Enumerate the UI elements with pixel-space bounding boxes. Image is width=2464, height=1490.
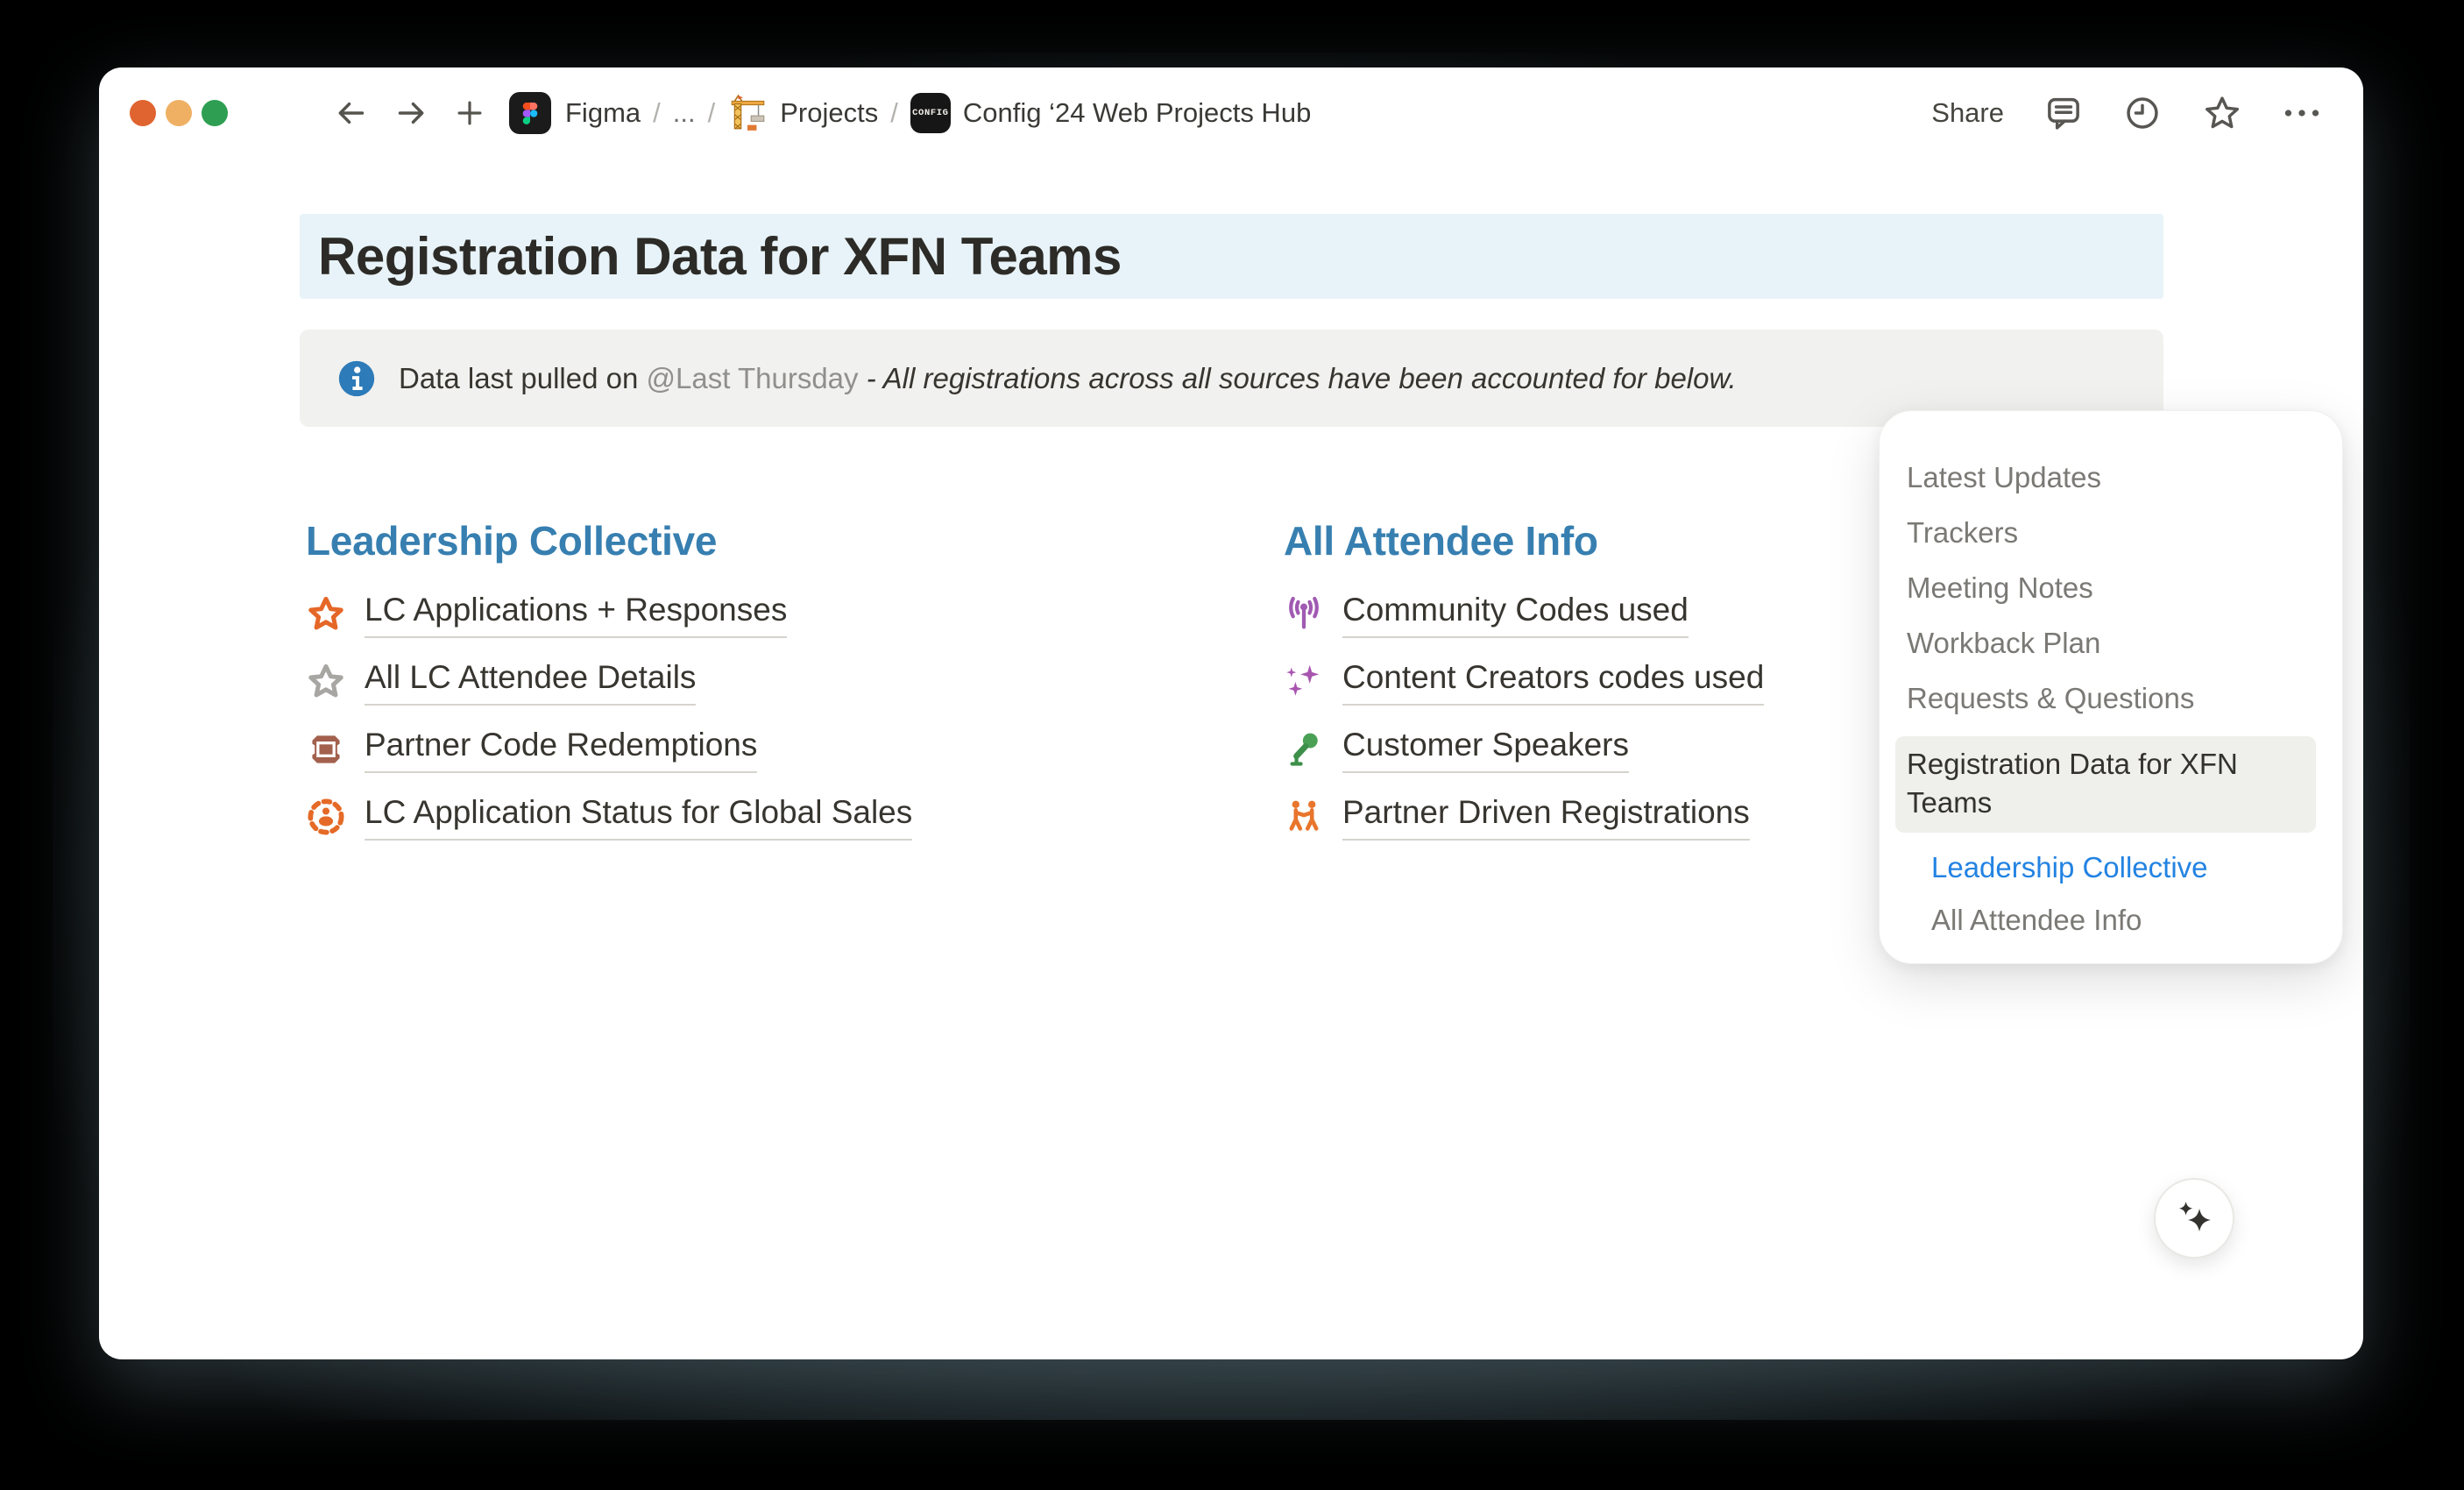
figma-workspace-icon[interactable] (509, 92, 551, 134)
doc-link-lc-application-status[interactable]: LC Application Status for Global Sales (306, 793, 1270, 841)
date-mention[interactable]: @Last Thursday (647, 362, 859, 394)
section-heading: Leadership Collective (306, 517, 1270, 564)
new-tab-icon[interactable] (453, 96, 486, 130)
comments-icon[interactable] (2044, 94, 2083, 132)
outline-subitem-all-attendee-info[interactable]: All Attendee Info (1931, 894, 2316, 947)
star-gray-icon (306, 662, 346, 702)
outline-item-workback-plan[interactable]: Workback Plan (1907, 615, 2316, 670)
breadcrumb-separator: / (708, 97, 716, 129)
breadcrumb-workspace[interactable]: Figma (565, 97, 641, 129)
back-icon[interactable] (334, 96, 369, 131)
sidebar-toggle-icon[interactable] (267, 102, 299, 124)
doc-link-partner-code-redemptions[interactable]: Partner Code Redemptions (306, 726, 1270, 773)
doc-link-lc-applications[interactable]: LC Applications + Responses (306, 591, 1270, 638)
close-window-button[interactable] (130, 100, 156, 126)
zoom-window-button[interactable] (202, 100, 228, 126)
dotted-circle-icon (306, 797, 346, 837)
outline-subitem-leadership-collective[interactable]: Leadership Collective (1931, 841, 2316, 894)
app-window: Figma / ... / Projects / CONFIG Config ‘… (99, 67, 2363, 1359)
breadcrumb-separator: / (653, 97, 661, 129)
outline-panel: Latest Updates Trackers Meeting Notes Wo… (1879, 410, 2343, 964)
breadcrumb-projects[interactable]: Projects (780, 97, 878, 129)
config-page-icon: CONFIG (910, 93, 951, 133)
ai-assistant-button[interactable] (2154, 1178, 2234, 1259)
favorite-star-icon[interactable] (2202, 93, 2242, 133)
window-controls (130, 100, 228, 126)
page-title: Registration Data for XFN Teams (318, 226, 1122, 287)
callout-text: Data last pulled on @Last Thursday - All… (399, 362, 1737, 395)
sparkle-icon (2171, 1196, 2217, 1241)
section-leadership-collective: Leadership Collective LC Applications + … (306, 517, 1270, 861)
doc-link-all-lc-attendee-details[interactable]: All LC Attendee Details (306, 658, 1270, 706)
sparkles-icon (1284, 662, 1324, 702)
outline-item-requests-questions[interactable]: Requests & Questions (1907, 670, 2316, 726)
people-icon (1284, 797, 1324, 837)
toolbar: Figma / ... / Projects / CONFIG Config ‘… (99, 85, 2363, 141)
breadcrumb-collapsed[interactable]: ... (673, 97, 696, 129)
crane-emoji-icon (727, 93, 768, 133)
forward-icon[interactable] (393, 96, 428, 131)
frame-brown-icon (306, 729, 346, 770)
broadcast-icon (1284, 594, 1324, 635)
more-options-icon[interactable] (2283, 107, 2321, 119)
outline-item-latest-updates[interactable]: Latest Updates (1907, 450, 2316, 505)
star-orange-icon (306, 594, 346, 635)
info-icon (337, 359, 376, 398)
outline-item-registration-data-selected[interactable]: Registration Data for XFN Teams (1895, 736, 2316, 833)
outline-item-trackers[interactable]: Trackers (1907, 505, 2316, 560)
share-button[interactable]: Share (1931, 97, 2004, 129)
minimize-window-button[interactable] (166, 100, 192, 126)
microphone-icon (1284, 729, 1324, 770)
breadcrumb-separator: / (890, 97, 898, 129)
history-clock-icon[interactable] (2123, 94, 2162, 132)
breadcrumb-current-page[interactable]: Config ‘24 Web Projects Hub (963, 97, 1311, 129)
outline-item-meeting-notes[interactable]: Meeting Notes (1907, 560, 2316, 615)
page-title-highlight: Registration Data for XFN Teams (300, 214, 2163, 299)
info-callout: Data last pulled on @Last Thursday - All… (300, 330, 2163, 427)
